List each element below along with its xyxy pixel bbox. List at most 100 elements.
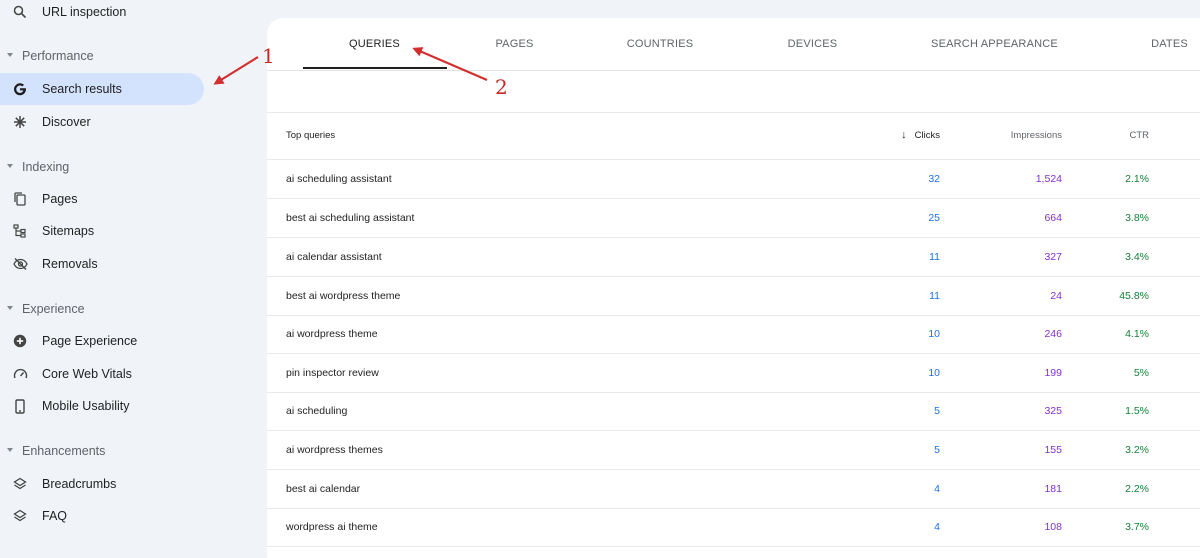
plus-circle-icon: [12, 333, 28, 349]
google-g-icon: [12, 81, 28, 97]
performance-report-card: QUERIES PAGES COUNTRIES DEVICES SEARCH A…: [267, 18, 1200, 558]
sidebar-item-label: Sitemaps: [42, 224, 95, 238]
sidebar: URL inspection Performance Search result…: [0, 0, 266, 541]
query-cell: best ai scheduling assistant: [286, 212, 415, 224]
query-cell: ai scheduling: [286, 405, 348, 417]
section-label: Indexing: [22, 160, 70, 174]
column-header-impressions[interactable]: Impressions: [1011, 112, 1062, 159]
caret-down-icon: [7, 53, 13, 57]
clicks-cell: 10: [928, 328, 940, 340]
query-cell: ai wordpress themes: [286, 444, 383, 456]
impressions-cell: 24: [1050, 290, 1062, 302]
table-row[interactable]: ai calendar assistant 11 327 3.4%: [267, 238, 1200, 277]
table-row[interactable]: ai scheduling 5 325 1.5%: [267, 392, 1200, 431]
sidebar-item-search-results[interactable]: Search results: [0, 73, 204, 105]
query-cell: wordpress ai theme: [286, 521, 378, 533]
impressions-cell: 246: [1044, 328, 1062, 340]
query-cell: pin inspector review: [286, 367, 379, 379]
ctr-cell: 4.1%: [1125, 328, 1149, 340]
table-row[interactable]: pin inspector review 10 199 5%: [267, 354, 1200, 393]
ctr-cell: 5%: [1133, 367, 1149, 379]
impressions-cell: 325: [1044, 405, 1062, 417]
layers-icon: [12, 508, 28, 524]
sidebar-item-label: Page Experience: [42, 334, 138, 348]
ctr-cell: 2.2%: [1125, 483, 1149, 495]
sitemap-icon: [12, 223, 28, 239]
ctr-cell: 2.1%: [1125, 173, 1149, 185]
query-cell: ai calendar assistant: [286, 251, 382, 263]
tab-search-appearance[interactable]: SEARCH APPEARANCE: [917, 18, 1072, 70]
annotation-label-2: 2: [495, 75, 508, 99]
section-label: Enhancements: [22, 444, 106, 458]
tab-pages[interactable]: PAGES: [457, 18, 572, 70]
eye-off-icon: [12, 256, 28, 272]
impressions-cell: 327: [1044, 251, 1062, 263]
impressions-cell: 108: [1044, 521, 1062, 533]
column-header-clicks[interactable]: ↓ Clicks: [901, 112, 940, 159]
impressions-cell: 181: [1044, 483, 1062, 495]
sidebar-item-label: Search results: [42, 82, 122, 96]
impressions-cell: 1,524: [1035, 173, 1062, 185]
clicks-cell: 4: [934, 521, 940, 533]
caret-down-icon: [7, 164, 13, 168]
active-tab-indicator: [303, 67, 447, 69]
caret-down-icon: [7, 448, 13, 452]
impressions-cell: 155: [1044, 444, 1062, 456]
clicks-cell: 4: [934, 483, 940, 495]
sidebar-item-label: Mobile Usability: [42, 399, 130, 413]
caret-down-icon: [7, 306, 13, 310]
gauge-icon: [12, 366, 28, 382]
clicks-cell: 10: [928, 367, 940, 379]
sidebar-item-label: FAQ: [42, 509, 68, 523]
sidebar-item-label: Discover: [42, 115, 91, 129]
search-icon: [12, 4, 28, 20]
phone-icon: [12, 398, 28, 414]
asterisk-icon: [12, 114, 28, 130]
tab-countries[interactable]: COUNTRIES: [600, 18, 720, 70]
tab-dates[interactable]: DATES: [1137, 18, 1200, 70]
ctr-cell: 3.7%: [1125, 521, 1149, 533]
impressions-cell: 199: [1044, 367, 1062, 379]
query-cell: best ai calendar: [286, 483, 361, 495]
clicks-cell: 32: [928, 173, 940, 185]
column-header-ctr[interactable]: CTR: [1129, 112, 1149, 159]
table-row[interactable]: best ai wordpress theme 11 24 45.8%: [267, 277, 1200, 316]
clicks-cell: 11: [929, 290, 940, 302]
clicks-cell: 5: [934, 444, 940, 456]
clicks-cell: 25: [928, 212, 940, 224]
clicks-cell: 5: [934, 405, 940, 417]
sidebar-item-label: Pages: [42, 192, 78, 206]
table-row[interactable]: best ai calendar 4 181 2.2%: [267, 470, 1200, 509]
pages-icon: [12, 191, 28, 207]
query-cell: ai wordpress theme: [286, 328, 378, 340]
table-row[interactable]: best ai scheduling assistant 25 664 3.8%: [267, 199, 1200, 238]
table-row[interactable]: wordpress ai theme 4 108 3.7%: [267, 508, 1200, 547]
sidebar-item-label: URL inspection: [42, 5, 127, 19]
table-row[interactable]: ai scheduling assistant 32 1,524 2.1%: [267, 160, 1200, 199]
report-tabs: QUERIES PAGES COUNTRIES DEVICES SEARCH A…: [267, 18, 1200, 71]
ctr-cell: 45.8%: [1119, 290, 1149, 302]
sidebar-item-label: Core Web Vitals: [42, 367, 132, 381]
ctr-cell: 3.8%: [1125, 212, 1149, 224]
ctr-cell: 1.5%: [1125, 405, 1149, 417]
tab-queries[interactable]: QUERIES: [317, 18, 432, 70]
query-cell: ai scheduling assistant: [286, 173, 392, 185]
section-label: Performance: [22, 49, 94, 63]
ctr-cell: 3.4%: [1125, 251, 1149, 263]
ctr-cell: 3.2%: [1125, 444, 1149, 456]
layers-icon: [12, 476, 28, 492]
impressions-cell: 664: [1044, 212, 1062, 224]
table-row[interactable]: ai wordpress theme 10 246 4.1%: [267, 315, 1200, 354]
annotation-label-1: 1: [262, 44, 275, 68]
table-header: Top queries ↓ Clicks Impressions CTR: [267, 112, 1200, 160]
sidebar-item-label: Breadcrumbs: [42, 477, 117, 491]
column-header-label: Clicks: [914, 130, 940, 141]
table-row[interactable]: ai wordpress themes 5 155 3.2%: [267, 431, 1200, 470]
tab-devices[interactable]: DEVICES: [755, 18, 870, 70]
sidebar-item-label: Removals: [42, 257, 98, 271]
table-toolbar: [267, 71, 1200, 113]
column-header-query[interactable]: Top queries: [286, 112, 335, 159]
sort-descending-icon: ↓: [901, 129, 907, 141]
section-label: Experience: [22, 302, 85, 316]
clicks-cell: 11: [929, 251, 940, 263]
